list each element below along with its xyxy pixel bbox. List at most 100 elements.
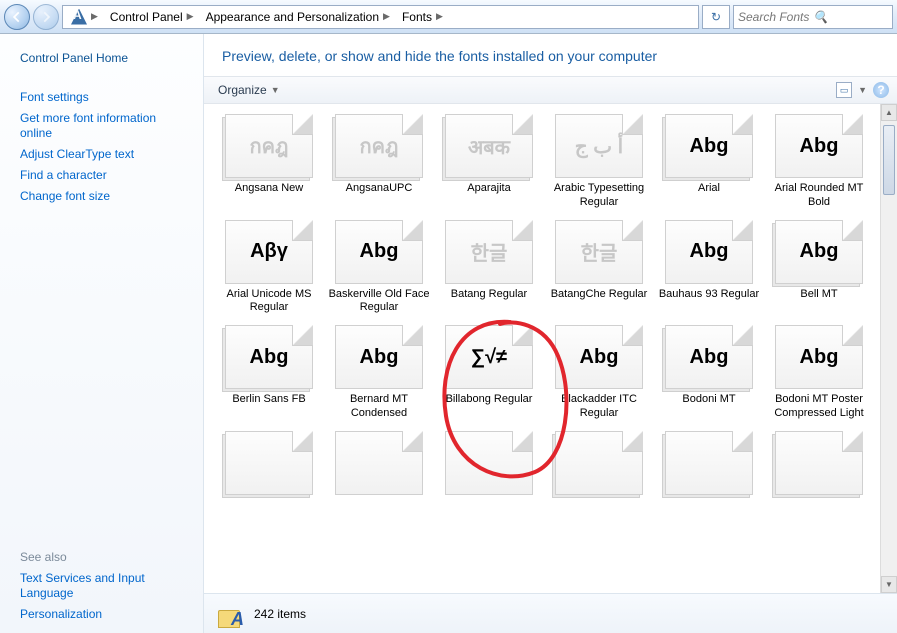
address-bar: ▶ Control Panel ▶ Appearance and Persona… — [0, 0, 897, 34]
font-name: BatangChe Regular — [551, 288, 648, 302]
font-item[interactable]: ∑√≠ Billabong Regular — [436, 321, 542, 425]
see-also-label: See also — [20, 550, 191, 564]
scroll-thumb[interactable] — [883, 125, 895, 195]
font-item[interactable]: AbgBodoni MT Poster Compressed Light — [766, 321, 872, 425]
font-item[interactable]: AbgBauhaus 93 Regular — [656, 216, 762, 320]
font-item[interactable]: 한글Batang Regular — [436, 216, 542, 320]
font-thumbnail: Abg — [555, 325, 643, 389]
font-name: Aparajita — [467, 182, 510, 196]
search-placeholder: Search Fonts — [738, 10, 813, 24]
font-item[interactable] — [656, 427, 762, 503]
font-name: Arial Rounded MT Bold — [767, 182, 871, 210]
font-thumbnail: Abg — [665, 114, 753, 178]
font-name: Bodoni MT Poster Compressed Light — [767, 393, 871, 421]
font-name: Bernard MT Condensed — [327, 393, 431, 421]
font-name: Bell MT — [800, 288, 837, 302]
font-thumbnail — [225, 431, 313, 495]
font-thumbnail: ∑√≠ — [445, 325, 533, 389]
sidebar-link-cleartype[interactable]: Adjust ClearType text — [20, 144, 191, 165]
font-item[interactable]: AbgBerlin Sans FB — [216, 321, 322, 425]
nav-back-button[interactable] — [4, 4, 30, 30]
sidebar-link-font-size[interactable]: Change font size — [20, 186, 191, 207]
font-name: Blackadder ITC Regular — [547, 393, 651, 421]
seealso-text-services[interactable]: Text Services and Input Language — [20, 568, 191, 604]
font-thumbnail: अबक — [445, 114, 533, 178]
font-item[interactable]: Abg Bell MT — [766, 216, 872, 320]
font-thumbnail: أ ب ج — [555, 114, 643, 178]
scroll-down-button[interactable]: ▼ — [881, 576, 897, 593]
search-icon: 🔍 — [813, 10, 888, 24]
font-item[interactable]: 한글BatangChe Regular — [546, 216, 652, 320]
font-name: AngsanaUPC — [346, 182, 413, 196]
view-options-button[interactable]: ▭ — [836, 82, 852, 98]
seealso-personalization[interactable]: Personalization — [20, 604, 191, 625]
font-name: Billabong Regular — [446, 393, 533, 407]
help-button[interactable]: ? — [873, 82, 889, 98]
font-name: Bauhaus 93 Regular — [659, 288, 759, 302]
organize-button[interactable]: Organize▼ — [212, 81, 286, 99]
scroll-up-button[interactable]: ▲ — [881, 104, 897, 121]
font-item[interactable]: AbgBodoni MT — [656, 321, 762, 425]
arrow-right-icon — [39, 10, 53, 24]
font-thumbnail — [445, 431, 533, 495]
refresh-icon: ↻ — [711, 10, 721, 24]
breadcrumb-fonts[interactable]: Fonts ▶ — [396, 8, 449, 26]
font-item[interactable]: AbgBaskerville Old Face Regular — [326, 216, 432, 320]
font-thumbnail: Αβγ — [225, 220, 313, 284]
search-input[interactable]: Search Fonts 🔍 — [733, 5, 893, 29]
sidebar-link-find-char[interactable]: Find a character — [20, 165, 191, 186]
breadcrumb-control-panel[interactable]: Control Panel ▶ — [104, 8, 200, 26]
scroll-track[interactable] — [881, 121, 897, 576]
font-thumbnail: Abg — [335, 325, 423, 389]
font-thumbnail: กคฎ — [225, 114, 313, 178]
font-grid: กคฎ Angsana New กคฎ AngsanaUPC अबक Aparajita أ… — [204, 104, 897, 509]
font-name: Batang Regular — [451, 288, 527, 302]
font-item[interactable] — [436, 427, 542, 503]
font-name: Baskerville Old Face Regular — [327, 288, 431, 316]
sidebar: Control Panel Home Font settings Get mor… — [0, 34, 204, 633]
font-name: Arabic Typesetting Regular — [547, 182, 651, 210]
refresh-button[interactable]: ↻ — [702, 5, 730, 29]
font-item[interactable]: AbgArial Rounded MT Bold — [766, 110, 872, 214]
dropdown-icon[interactable]: ▼ — [858, 85, 867, 95]
font-item[interactable]: Abg Bernard MT Condensed — [326, 321, 432, 425]
font-item[interactable]: ΑβγArial Unicode MS Regular — [216, 216, 322, 320]
font-item[interactable]: กคฎ AngsanaUPC — [326, 110, 432, 214]
breadcrumb-icon[interactable]: ▶ — [65, 7, 104, 27]
breadcrumb-appearance[interactable]: Appearance and Personalization ▶ — [200, 8, 396, 26]
sidebar-home-link[interactable]: Control Panel Home — [20, 48, 191, 69]
status-count: 242 items — [254, 607, 306, 621]
toolbar: Organize▼ ▭ ▼ ? — [204, 76, 897, 104]
see-also-section: See also Text Services and Input Languag… — [20, 550, 191, 625]
font-item[interactable] — [216, 427, 322, 503]
dropdown-icon: ▼ — [271, 85, 280, 95]
font-thumbnail — [335, 431, 423, 495]
breadcrumb[interactable]: ▶ Control Panel ▶ Appearance and Persona… — [62, 5, 699, 29]
font-thumbnail: กคฎ — [335, 114, 423, 178]
font-thumbnail — [555, 431, 643, 495]
scrollbar[interactable]: ▲ ▼ — [880, 104, 897, 593]
font-item[interactable] — [766, 427, 872, 503]
font-item[interactable] — [546, 427, 652, 503]
font-item[interactable] — [326, 427, 432, 503]
arrow-left-icon — [10, 10, 24, 24]
fonts-folder-icon — [71, 9, 87, 25]
sidebar-link-font-settings[interactable]: Font settings — [20, 87, 191, 108]
font-name: Angsana New — [235, 182, 304, 196]
sidebar-link-more-info[interactable]: Get more font information online — [20, 108, 191, 144]
font-thumbnail — [775, 431, 863, 495]
font-thumbnail — [665, 431, 753, 495]
fonts-icon — [216, 600, 244, 628]
font-name: Arial — [698, 182, 720, 196]
font-thumbnail: Abg — [225, 325, 313, 389]
status-bar: 242 items — [204, 593, 897, 633]
font-thumbnail: Abg — [665, 325, 753, 389]
font-item[interactable]: กคฎ Angsana New — [216, 110, 322, 214]
font-item[interactable]: अबक Aparajita — [436, 110, 542, 214]
font-item[interactable]: Abg Blackadder ITC Regular — [546, 321, 652, 425]
page-title: Preview, delete, or show and hide the fo… — [204, 34, 897, 76]
font-item[interactable]: Abg Arial — [656, 110, 762, 214]
font-item[interactable]: أ ب ج Arabic Typesetting Regular — [546, 110, 652, 214]
nav-forward-button[interactable] — [33, 4, 59, 30]
font-thumbnail: Abg — [775, 220, 863, 284]
